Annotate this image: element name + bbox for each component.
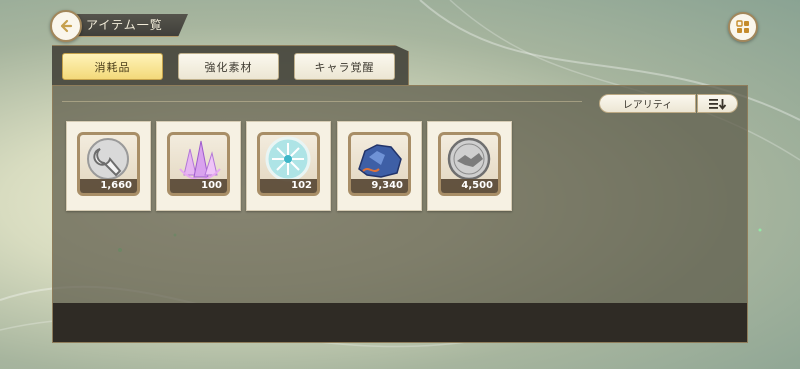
item-count: 9,340 (351, 179, 408, 193)
item-icon-frame: 1,660 (77, 132, 140, 196)
page-title: アイテム一覧 (86, 18, 163, 32)
item-icon-frame: 102 (257, 132, 320, 196)
back-arrow-icon (60, 19, 73, 33)
back-button[interactable] (50, 10, 82, 42)
item-card[interactable]: 9,340 (337, 121, 422, 211)
tab-character-awakening[interactable]: キャラ覚醒 (294, 53, 395, 80)
item-icon-frame: 4,500 (438, 132, 501, 196)
bottom-strip (53, 303, 747, 342)
item-card[interactable]: 100 (156, 121, 241, 211)
item-count: 4,500 (441, 179, 498, 193)
item-count: 102 (260, 179, 317, 193)
tab-enhancement-materials[interactable]: 強化素材 (178, 53, 279, 80)
item-count: 1,660 (80, 179, 137, 193)
item-icon-frame: 9,340 (348, 132, 411, 196)
sort-descending-icon (708, 98, 726, 110)
sort-order-button[interactable] (697, 94, 738, 113)
item-icon-frame: 100 (167, 132, 230, 196)
tab-consumables[interactable]: 消耗品 (62, 53, 163, 80)
divider (62, 101, 582, 102)
item-card[interactable]: 4,500 (427, 121, 512, 211)
rarity-sort-button[interactable]: レアリティ (599, 94, 696, 113)
item-card[interactable]: 1,660 (66, 121, 151, 211)
item-count: 100 (170, 179, 227, 193)
item-card[interactable]: 102 (246, 121, 331, 211)
menu-button[interactable] (728, 12, 758, 42)
menu-grid-icon (736, 20, 749, 33)
